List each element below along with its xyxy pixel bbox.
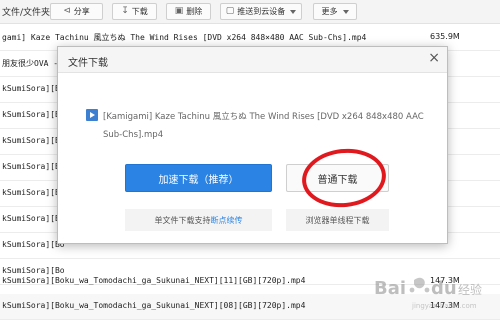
- dialog-header: 文件下载 ×: [58, 47, 447, 73]
- hint-text: 单文件下载支持: [154, 215, 211, 225]
- chevron-down-icon: [290, 9, 297, 14]
- accelerated-download-button[interactable]: 加速下载（推荐）: [125, 164, 272, 192]
- file-name: kSumiSora][Boku_wa_Tomodachi_ga_Sukunai_…: [2, 276, 306, 285]
- file-name: 朋友很少OVA -: [2, 59, 59, 68]
- svg-text:jingyan.baidu.com: jingyan.baidu.com: [411, 302, 477, 310]
- file-name: gami] Kaze Tachinu 風立ちぬ The Wind Rises […: [2, 33, 367, 42]
- video-file-icon: [86, 109, 98, 121]
- download-button[interactable]: ↧ 下载: [112, 3, 157, 20]
- download-label: 下载: [131, 7, 148, 16]
- more-label: 更多: [321, 7, 338, 16]
- file-name: kSumiSora][Bo: [2, 110, 65, 119]
- file-name: kSumiSora][Bo: [2, 240, 65, 249]
- share-button[interactable]: ⊲ 分享: [50, 3, 103, 20]
- close-icon[interactable]: ×: [428, 51, 440, 65]
- more-button[interactable]: 更多: [313, 3, 357, 20]
- svg-text:Bai: Bai: [374, 278, 406, 299]
- dialog-title: 文件下载: [68, 58, 108, 69]
- file-name: kSumiSora][Bo: [2, 188, 65, 197]
- file-name: kSumiSora][Bo: [2, 84, 65, 93]
- accelerated-download-hint: 单文件下载支持 断点续传: [125, 209, 272, 231]
- share-icon: ⊲: [63, 6, 71, 16]
- svg-text:经验: 经验: [458, 282, 482, 297]
- baidu-watermark-logo: Bai du 经验 jingyan.baidu.com: [374, 277, 482, 310]
- toolbar: 文件/文件夹 ⊲ 分享 ↧ 下载 ▣ 删除 ▢ 推送到云设备 更多: [0, 0, 500, 24]
- delete-button[interactable]: ▣ 删除: [166, 3, 211, 20]
- svg-text:du: du: [431, 278, 457, 299]
- download-icon: ↧: [121, 6, 129, 16]
- delete-label: 删除: [186, 7, 203, 16]
- push-label: 推送到云设备: [237, 7, 286, 16]
- netdisk-page: 文件/文件夹 ⊲ 分享 ↧ 下载 ▣ 删除 ▢ 推送到云设备 更多 gami] …: [0, 0, 500, 326]
- chevron-down-icon: [342, 9, 349, 14]
- file-name: kSumiSora][Bo: [2, 136, 65, 145]
- monitor-icon: ▢: [225, 6, 235, 16]
- normal-download-hint: 浏览器单线程下载: [286, 209, 389, 231]
- dialog-file-name: [Kamigami] Kaze Tachinu 風立ちぬ The Wind Ri…: [103, 112, 424, 140]
- file-name: kSumiSora][Boku_wa_Tomodachi_ga_Sukunai_…: [2, 301, 306, 310]
- share-label: 分享: [73, 7, 90, 16]
- trash-icon: ▣: [174, 6, 184, 16]
- file-name: kSumiSora][Bo: [2, 162, 65, 171]
- file-size: 635.9M: [430, 32, 460, 41]
- resume-link[interactable]: 断点续传: [211, 215, 243, 226]
- push-to-device-button[interactable]: ▢ 推送到云设备: [220, 3, 302, 20]
- file-download-dialog: 文件下载 × [Kamigami] Kaze Tachinu 風立ちぬ The …: [57, 46, 448, 244]
- file-name: kSumiSora][Bo: [2, 214, 65, 223]
- breadcrumb: 文件/文件夹: [2, 8, 51, 18]
